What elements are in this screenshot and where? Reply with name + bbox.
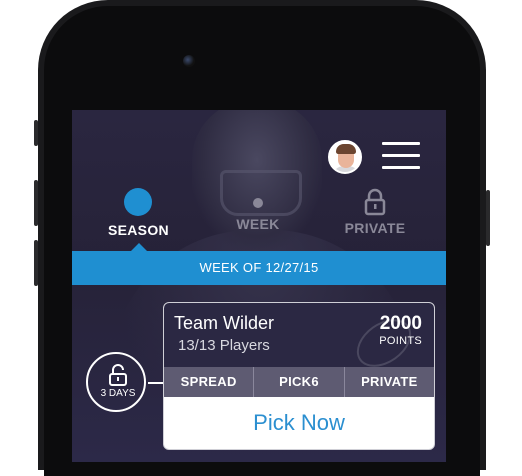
- hamburger-menu-icon[interactable]: [382, 142, 420, 170]
- tab-pick6[interactable]: PICK6: [254, 367, 345, 397]
- front-camera: [183, 55, 195, 67]
- active-tab-caret: [131, 243, 147, 251]
- power-button: [486, 190, 490, 246]
- unlock-icon: [109, 364, 127, 386]
- tab-season[interactable]: SEASON: [108, 188, 169, 238]
- points-label: POINTS: [379, 335, 422, 347]
- volume-down-button: [34, 240, 38, 286]
- lock-countdown-badge[interactable]: 3 DAYS: [86, 352, 146, 412]
- team-card-header: Team Wilder 13/13 Players 2000 POINTS: [164, 303, 434, 377]
- lock-icon: [364, 188, 386, 216]
- tab-week[interactable]: WEEK: [232, 188, 284, 232]
- mute-switch: [34, 120, 38, 146]
- season-dot-icon: [124, 188, 152, 216]
- week-dot-icon: [253, 198, 263, 208]
- team-name: Team Wilder: [174, 313, 275, 333]
- pick-type-tabs: SPREAD PICK6 PRIVATE: [164, 367, 434, 397]
- lock-days-label: 3 DAYS: [100, 388, 136, 399]
- team-card[interactable]: Team Wilder 13/13 Players 2000 POINTS SP…: [163, 302, 435, 450]
- tab-private-label: PRIVATE: [344, 220, 406, 236]
- avatar[interactable]: [328, 140, 362, 174]
- tab-spread[interactable]: SPREAD: [164, 367, 255, 397]
- volume-up-button: [34, 180, 38, 226]
- tab-private-picks[interactable]: PRIVATE: [345, 367, 434, 397]
- team-players-count: 13/13 Players: [178, 337, 270, 354]
- tab-week-label: WEEK: [236, 216, 280, 232]
- pick-now-button[interactable]: Pick Now: [164, 397, 434, 449]
- avatar-hair: [336, 144, 356, 154]
- badge-connector-line: [148, 382, 164, 384]
- app-screen: SEASON WEEK PRIVATE WEEK OF 12/27/15 3 D…: [72, 110, 446, 462]
- week-banner: WEEK OF 12/27/15: [72, 251, 446, 285]
- points-value: 2000: [379, 313, 422, 334]
- tab-season-label: SEASON: [108, 222, 169, 238]
- tab-private[interactable]: PRIVATE: [340, 188, 410, 236]
